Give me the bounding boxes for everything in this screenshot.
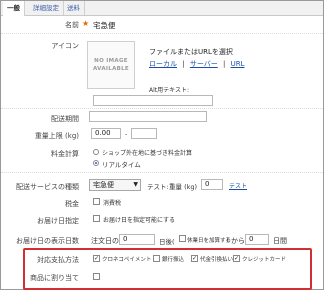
link-separator-2: | <box>223 60 226 68</box>
test-weight-label: 重量 (kg) <box>169 183 198 191</box>
tab-advanced-settings[interactable]: 詳細設定 <box>29 1 64 15</box>
chevron-down-icon: ▼ <box>133 181 138 188</box>
tab-shipping-fee[interactable]: 送料 <box>63 1 85 15</box>
highlight-box <box>23 248 312 290</box>
holiday-label: 休業日を加算する <box>187 238 232 244</box>
fee-calc-option-shop-label: ショップ外在地に基づき料金計算 <box>102 150 193 157</box>
no-image-placeholder: NO IMAGE AVAILABLE <box>87 41 135 89</box>
service-type-select[interactable]: 宅急便 ▼ <box>89 179 141 191</box>
holiday-checkbox[interactable] <box>179 235 186 242</box>
name-value[interactable]: 宅急便 <box>93 20 116 31</box>
fee-calc-option-shop-radio[interactable] <box>93 149 99 155</box>
order-day-label: 注文日の <box>91 237 119 245</box>
link-server[interactable]: サーバー <box>190 60 218 68</box>
days-after-label: 日後( <box>159 238 175 246</box>
delivery-period-label: 配送期間 <box>51 115 79 123</box>
fee-calc-option-realtime-label: リアルタイム <box>102 161 141 169</box>
row-name: 名前 ★ 宅急便 <box>1 17 323 34</box>
link-url[interactable]: URL <box>231 60 245 68</box>
alt-text-label: Alt用テキスト: <box>149 87 189 94</box>
name-label: 名前 <box>65 21 79 29</box>
tax-label: 税金 <box>65 200 79 208</box>
link-separator-1: | <box>182 60 185 68</box>
weight-range-dash: - <box>125 130 128 138</box>
alt-text-input[interactable] <box>93 95 213 106</box>
days-unit-label: 日間 <box>273 237 287 245</box>
date-spec-label: お届け日指定 <box>37 217 79 225</box>
display-days-from-input[interactable]: 0 <box>119 234 155 245</box>
upload-links: ローカル | サーバー | URL <box>149 59 244 69</box>
link-local[interactable]: ローカル <box>149 60 177 68</box>
display-days-label: お届け日の表示日数 <box>16 237 79 245</box>
upload-title: ファイルまたはURLを選択 <box>149 48 233 56</box>
date-spec-checkbox-label: お届け日を指定可能にする <box>103 217 176 224</box>
fee-calc-option-realtime-radio[interactable] <box>93 160 99 166</box>
divider <box>1 107 323 109</box>
divider <box>1 171 323 173</box>
tax-checkbox-label: 消費税 <box>103 200 122 207</box>
shipping-method-form: 一般 詳細設定 送料 名前 ★ 宅急便 アイコン NO IMAGE AVAILA… <box>0 0 324 290</box>
date-spec-checkbox[interactable] <box>93 215 100 222</box>
icon-label: アイコン <box>51 42 79 50</box>
weight-from-input[interactable]: 0.00 <box>91 128 121 139</box>
tab-bar: 一般 詳細設定 送料 <box>1 1 323 16</box>
service-type-label: 配送サービスの種類 <box>16 183 79 191</box>
from-label: から <box>231 237 245 245</box>
noimage-line1: NO IMAGE <box>94 58 128 64</box>
service-type-value: 宅急便 <box>93 181 114 189</box>
noimage-line2: AVAILABLE <box>93 66 129 72</box>
fee-calc-label: 料金計算 <box>51 150 79 158</box>
required-star-icon: ★ <box>82 19 90 28</box>
test-weight-input[interactable]: 0 <box>201 179 223 190</box>
delivery-period-input[interactable] <box>89 111 207 122</box>
display-days-to-input[interactable]: 0 <box>245 234 269 245</box>
close-paren: ) <box>226 236 229 244</box>
tax-checkbox[interactable] <box>93 198 100 205</box>
weight-limit-label: 重量上限 (kg) <box>34 132 79 140</box>
test-label: テスト: <box>147 183 169 191</box>
tab-general[interactable]: 一般 <box>3 1 25 16</box>
weight-to-input[interactable] <box>131 128 157 139</box>
test-link[interactable]: テスト <box>229 181 247 190</box>
